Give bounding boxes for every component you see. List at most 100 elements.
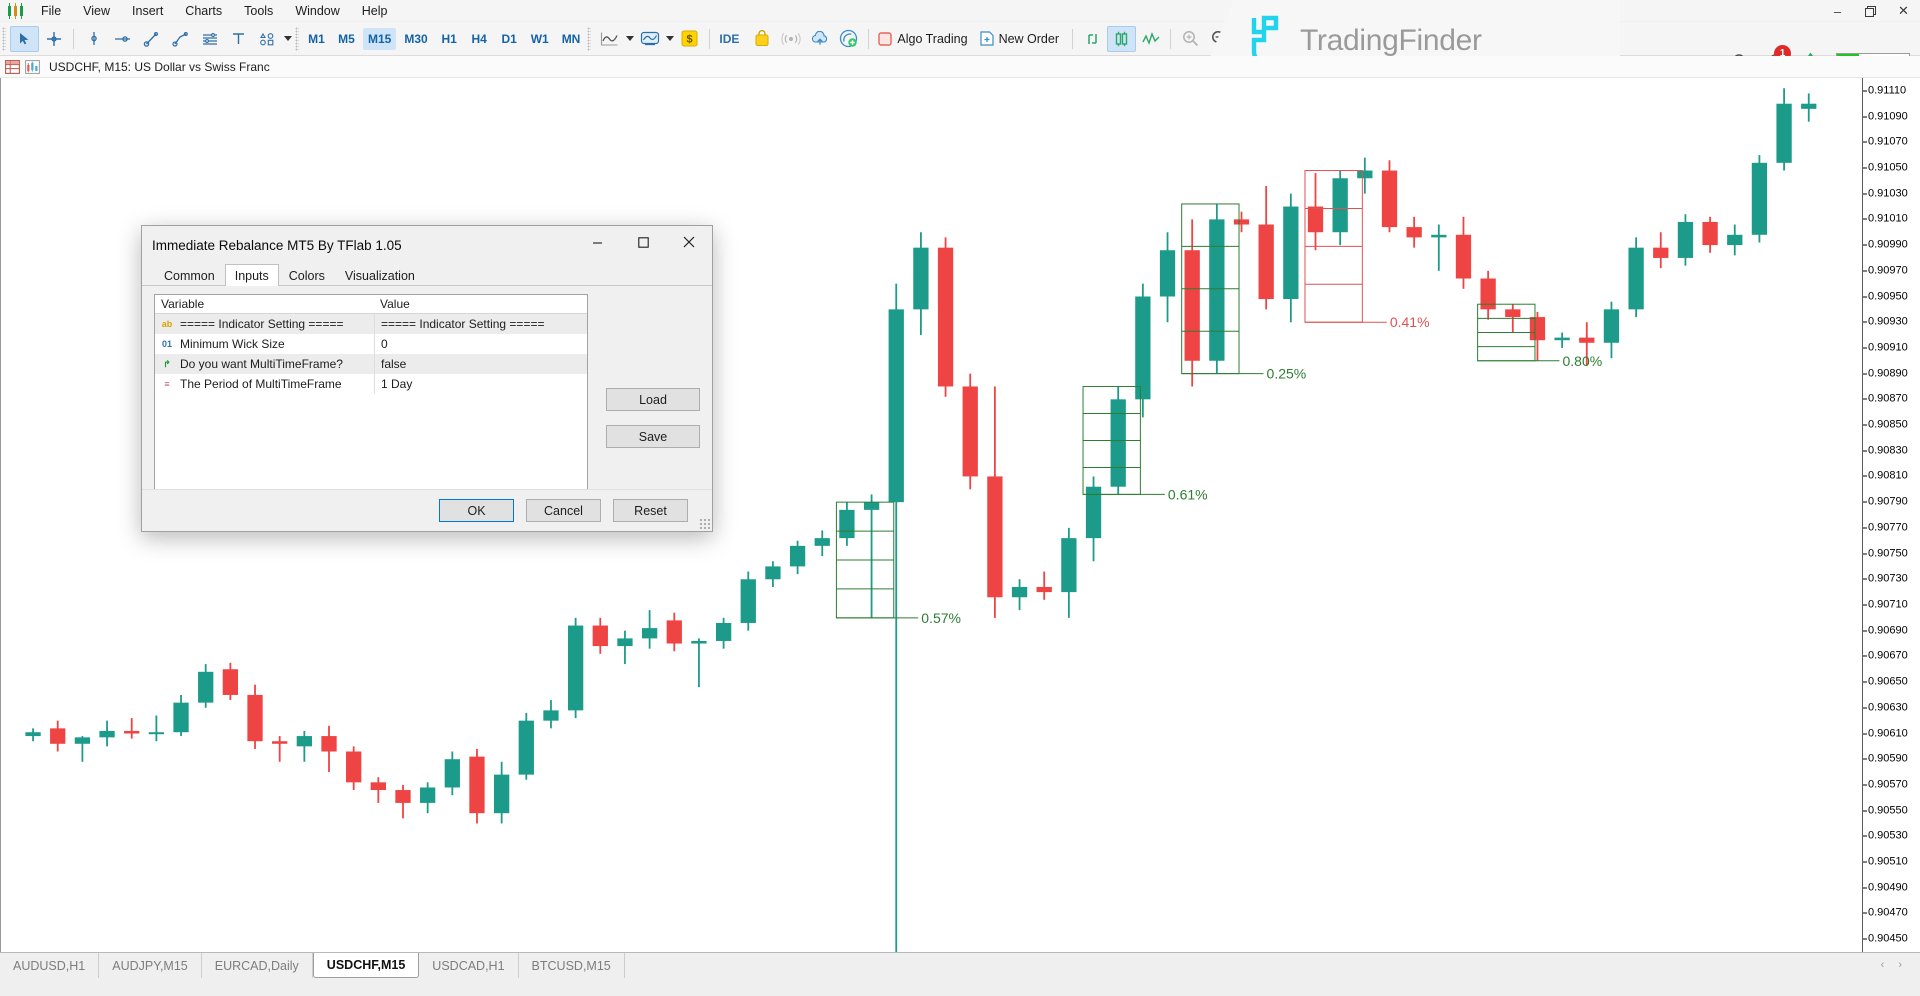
input-value-cell[interactable]: 1 Day (374, 374, 587, 394)
zigzag-icon[interactable] (1136, 26, 1165, 52)
price-tick: 0.91030 (1863, 188, 1908, 199)
new-order-button[interactable]: New Order (976, 27, 1067, 51)
inputs-grid[interactable]: Variable Value ab===== Indicator Setting… (154, 294, 588, 494)
ok-button[interactable]: OK (439, 499, 514, 522)
timeframe-h1[interactable]: H1 (436, 28, 463, 50)
tab-scroll-right-icon[interactable]: › (1898, 959, 1902, 971)
price-tick: 0.90910 (1863, 342, 1908, 353)
load-button[interactable]: Load (606, 388, 700, 411)
ide-button[interactable]: IDE (715, 27, 747, 51)
text-label-icon[interactable] (224, 26, 253, 52)
data-window-icon[interactable] (5, 60, 20, 74)
save-button[interactable]: Save (606, 425, 700, 448)
restore-button[interactable] (1854, 0, 1887, 22)
trendline-icon[interactable] (137, 26, 166, 52)
candles-icon[interactable] (1107, 26, 1136, 52)
inputs-grid-row[interactable]: ≡The Period of MultiTimeFrame1 Day (155, 374, 587, 394)
chart-tab-btcusd-m15[interactable]: BTCUSD,M15 (519, 953, 625, 978)
candlestick (839, 502, 854, 546)
line-chart-icon[interactable] (595, 26, 624, 52)
chart-window-icon[interactable] (25, 60, 40, 74)
inputs-grid-row[interactable]: ab===== Indicator Setting ========== Ind… (155, 314, 587, 334)
price-tick: 0.90850 (1863, 420, 1908, 431)
input-value-cell[interactable]: ===== Indicator Setting ===== (374, 314, 587, 334)
dollar-icon[interactable]: $ (675, 26, 704, 52)
timeframe-m30[interactable]: M30 (399, 28, 432, 50)
dialog-close-button[interactable] (666, 226, 712, 258)
candlestick (1259, 186, 1274, 309)
dialog-tab-colors[interactable]: Colors (279, 265, 335, 285)
price-tick: 0.90670 (1863, 651, 1908, 662)
cancel-button[interactable]: Cancel (526, 499, 601, 522)
horizontal-line-icon[interactable] (108, 26, 137, 52)
timeframe-m1[interactable]: M1 (303, 28, 330, 50)
timeframe-w1[interactable]: W1 (526, 28, 554, 50)
shapes-icon[interactable] (253, 26, 282, 52)
candlestick (1333, 171, 1348, 246)
price-axis[interactable]: 0.911100.910900.910700.910500.910300.910… (1862, 78, 1920, 952)
input-value-cell[interactable]: 0 (374, 334, 587, 354)
candlestick (321, 726, 336, 772)
timeframe-grip[interactable] (295, 27, 299, 51)
candlestick (1653, 232, 1668, 268)
crosshair-icon[interactable] (39, 26, 68, 52)
toolbar-grip[interactable] (2, 27, 6, 51)
menu-item-window[interactable]: Window (284, 1, 350, 21)
indicators-caret-icon[interactable] (664, 27, 675, 51)
dialog-tab-common[interactable]: Common (154, 265, 225, 285)
vps-cloud-icon[interactable] (805, 26, 834, 52)
timeframe-d1[interactable]: D1 (496, 28, 523, 50)
dialog-maximize-button[interactable] (620, 226, 666, 258)
close-button[interactable]: ✕ (1887, 0, 1920, 22)
candlestick (1776, 88, 1791, 170)
chart-tab-audjpy-m15[interactable]: AUDJPY,M15 (99, 953, 202, 978)
price-tick: 0.91070 (1863, 137, 1908, 148)
candlestick (1407, 217, 1422, 248)
dialog-title-bar[interactable]: Immediate Rebalance MT5 By TFlab 1.05 (142, 226, 712, 264)
menu-item-charts[interactable]: Charts (174, 1, 233, 21)
cursor-icon[interactable] (10, 26, 39, 52)
menu-item-help[interactable]: Help (351, 1, 399, 21)
dialog-tab-visualization[interactable]: Visualization (335, 265, 425, 285)
signals-icon[interactable] (776, 26, 805, 52)
menu-item-file[interactable]: File (30, 1, 72, 21)
inputs-grid-row[interactable]: 01Minimum Wick Size0 (155, 334, 587, 354)
reset-button[interactable]: Reset (613, 499, 688, 522)
chart-type-caret-icon[interactable] (624, 27, 635, 51)
window-controls: – ✕ (1821, 0, 1920, 22)
indicators-icon[interactable] (635, 26, 664, 52)
chart-tab-usdcad-h1[interactable]: USDCAD,H1 (419, 953, 518, 978)
copy-trading-icon[interactable] (834, 26, 863, 52)
shapes-dropdown-caret-icon[interactable] (282, 27, 293, 51)
polyline-icon[interactable] (166, 26, 195, 52)
input-value-cell[interactable]: false (374, 354, 587, 374)
chart-tab-usdchf-m15[interactable]: USDCHF,M15 (313, 953, 420, 978)
menu-item-tools[interactable]: Tools (233, 1, 284, 21)
chart-tab-audusd-h1[interactable]: AUDUSD,H1 (0, 953, 99, 978)
timeframe-mn[interactable]: MN (557, 28, 586, 50)
charttype-grip[interactable] (587, 27, 591, 51)
order-marker-icon[interactable] (1078, 26, 1107, 52)
menu-item-view[interactable]: View (72, 1, 121, 21)
inputs-grid-row[interactable]: ↱Do you want MultiTimeFrame?false (155, 354, 587, 374)
dialog-resize-grip[interactable] (699, 518, 711, 530)
candlestick (1382, 160, 1397, 232)
indicator-properties-dialog[interactable]: Immediate Rebalance MT5 By TFlab 1.05 Co… (141, 225, 713, 532)
price-tick: 0.90610 (1863, 728, 1908, 739)
fibonacci-icon[interactable] (195, 26, 224, 52)
candlestick (1012, 579, 1027, 610)
zoom-in-icon[interactable] (1176, 26, 1205, 52)
dialog-tab-inputs[interactable]: Inputs (225, 264, 279, 286)
dialog-window-controls (574, 226, 712, 258)
timeframe-h4[interactable]: H4 (466, 28, 493, 50)
chart-tab-eurcad-daily[interactable]: EURCAD,Daily (202, 953, 313, 978)
minimize-button[interactable]: – (1821, 0, 1854, 22)
tab-scroll-left-icon[interactable]: ‹ (1881, 959, 1885, 971)
market-bag-icon[interactable] (747, 26, 776, 52)
timeframe-m15[interactable]: M15 (363, 28, 396, 50)
menu-item-insert[interactable]: Insert (121, 1, 174, 21)
algo-trading-button[interactable]: Algo Trading (874, 27, 975, 51)
dialog-minimize-button[interactable] (574, 226, 620, 258)
vertical-line-icon[interactable] (79, 26, 108, 52)
timeframe-m5[interactable]: M5 (333, 28, 360, 50)
